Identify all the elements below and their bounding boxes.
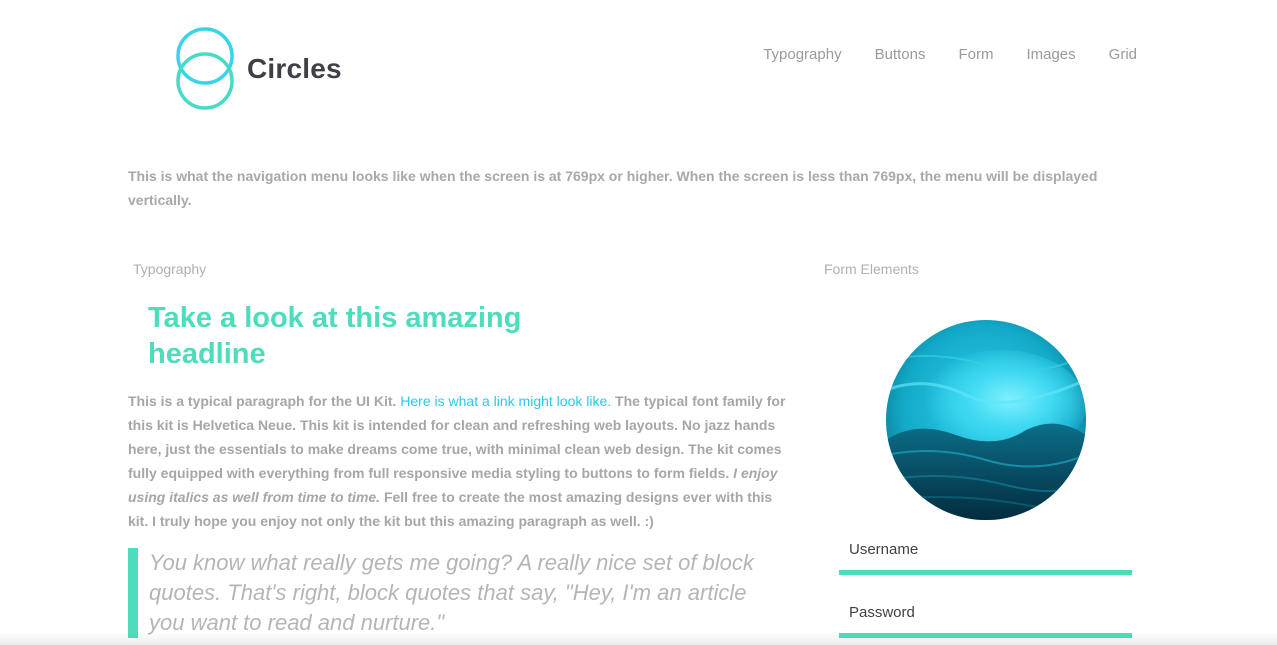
typography-section-label: Typography xyxy=(133,261,207,277)
paragraph-text-1: This is a typical paragraph for the UI K… xyxy=(128,393,401,409)
block-quote-text: You know what really gets me going? A re… xyxy=(149,550,754,635)
password-label: Password xyxy=(849,604,915,621)
main-nav: Typography Buttons Form Images Grid xyxy=(763,46,1137,63)
username-field[interactable]: Username xyxy=(839,541,1132,575)
circles-logo-icon[interactable] xyxy=(174,27,236,111)
brand-name[interactable]: Circles xyxy=(247,53,342,85)
headline: Take a look at this amazing headline xyxy=(148,302,522,370)
nav-images[interactable]: Images xyxy=(1026,46,1075,63)
ocean-wave-image xyxy=(886,320,1086,520)
nav-grid[interactable]: Grid xyxy=(1109,46,1137,63)
username-input-underline[interactable] xyxy=(839,570,1132,575)
block-quote: You know what really gets me going? A re… xyxy=(128,548,788,638)
nav-form[interactable]: Form xyxy=(958,46,993,63)
username-label: Username xyxy=(849,541,919,558)
bottom-shadow xyxy=(0,633,1277,645)
nav-buttons[interactable]: Buttons xyxy=(875,46,926,63)
form-section-label: Form Elements xyxy=(824,261,919,277)
typography-paragraph: This is a typical paragraph for the UI K… xyxy=(128,389,788,533)
nav-note: This is what the navigation menu looks l… xyxy=(128,168,1098,208)
nav-typography[interactable]: Typography xyxy=(763,46,841,63)
paragraph-link[interactable]: Here is what a link might look like. xyxy=(400,393,611,409)
